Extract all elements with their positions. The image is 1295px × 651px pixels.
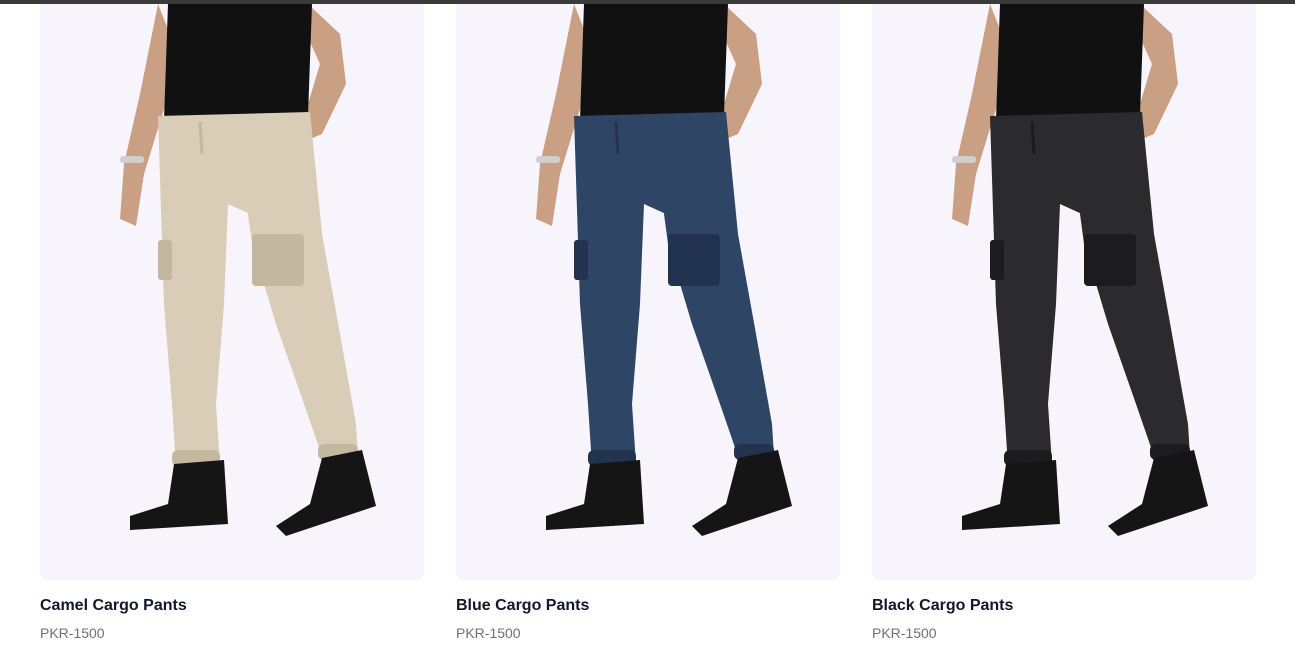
product-price: PKR-1500 (872, 625, 937, 641)
drawstring (198, 121, 204, 155)
product-photo-blue (456, 4, 840, 580)
product-title[interactable]: Black Cargo Pants (872, 597, 1013, 615)
shirt (164, 4, 312, 120)
cargo-pocket-right (252, 234, 304, 286)
cargo-pocket-left (990, 240, 1004, 280)
product-card[interactable]: Camel Cargo Pants PKR-1500 (40, 4, 424, 651)
product-image[interactable] (872, 4, 1256, 580)
product-grid: Camel Cargo Pants PKR-1500 Blue Cargo Pa… (40, 4, 1256, 651)
product-price: PKR-1500 (456, 625, 521, 641)
product-image[interactable] (40, 4, 424, 580)
cargo-pocket-right (668, 234, 720, 286)
product-title[interactable]: Blue Cargo Pants (456, 597, 589, 615)
cargo-pocket-right (1084, 234, 1136, 286)
product-price: PKR-1500 (40, 625, 105, 641)
product-card[interactable]: Blue Cargo Pants PKR-1500 (456, 4, 840, 651)
bracelet (952, 156, 976, 163)
shirt (996, 4, 1144, 120)
cargo-pocket-left (158, 240, 172, 280)
bracelet (120, 156, 144, 163)
cargo-pocket-left (574, 240, 588, 280)
bracelet (536, 156, 560, 163)
shirt (580, 4, 728, 120)
product-card[interactable]: Black Cargo Pants PKR-1500 (872, 4, 1256, 651)
product-photo-camel (40, 4, 424, 580)
product-image[interactable] (456, 4, 840, 580)
product-title[interactable]: Camel Cargo Pants (40, 597, 187, 615)
drawstring (614, 121, 620, 155)
drawstring (1030, 121, 1036, 155)
product-photo-black (872, 4, 1256, 580)
